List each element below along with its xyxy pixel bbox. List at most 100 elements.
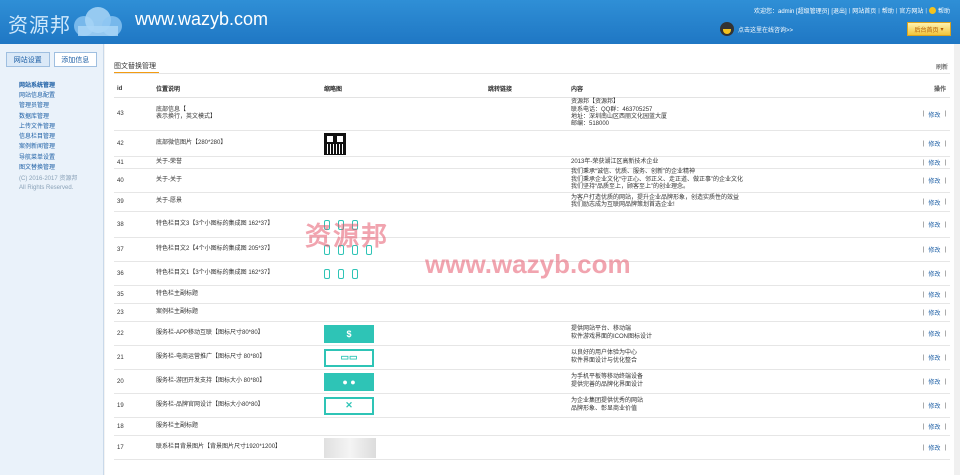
edit-link[interactable]: 修改 (928, 139, 940, 148)
col-content: 内容 (571, 87, 584, 93)
divider (114, 73, 950, 74)
help-icon[interactable] (928, 7, 936, 14)
sidebar-item-cases-news[interactable]: 案例新闻管理 (19, 142, 103, 152)
row-thumbnail (324, 157, 484, 168)
content-text: 软件游戏界面的ICON图标设计 (571, 333, 653, 340)
row-actions: | 修改 | (923, 286, 946, 303)
row-actions: | 修改 | (923, 418, 946, 435)
row-id: 39 (117, 199, 124, 205)
edit-link[interactable]: 修改 (928, 269, 940, 278)
row-actions: | 修改 | (923, 370, 946, 393)
separator: | (944, 159, 946, 166)
separator: | (922, 270, 925, 277)
row-content (571, 304, 901, 321)
site-home-link[interactable]: 网站首页 (852, 6, 876, 15)
edit-link[interactable]: 修改 (928, 290, 940, 299)
separator: | (922, 309, 925, 316)
sidebar-item-uploads[interactable]: 上传文件管理 (19, 122, 103, 132)
logout-link[interactable]: [退出] (831, 6, 846, 15)
page-title: 图文替换管理 (114, 63, 156, 70)
separator: | (922, 402, 925, 409)
content-text: 提供网站平台、移动端 (571, 326, 632, 333)
edit-link[interactable]: 修改 (928, 329, 940, 338)
row-actions: | 修改 | (923, 98, 946, 130)
table-row: 18 服务栏主副标题 | 修改 | (114, 418, 950, 436)
table-row: 38 特色栏目文3【3个小图标的集成图 162*37】 | 修改 | (114, 212, 950, 238)
help-link[interactable]: 帮助 (882, 6, 894, 15)
tab-site-settings[interactable]: 网站设置 (6, 52, 50, 67)
table-header: id 位置说明 缩略图 跳转链接 内容 操作 (114, 80, 950, 98)
edit-link[interactable]: 修改 (928, 377, 940, 386)
admin-home-button[interactable]: 后台首页 ▾ (907, 22, 951, 36)
content-text: 为手机平板等移动终端设备 (571, 374, 644, 381)
icon-outline (324, 268, 330, 279)
tab-add-info[interactable]: 添加信息 (53, 52, 97, 67)
content-text: 软件界面设计与优化整合 (571, 357, 638, 364)
help-link-2[interactable]: 帮助 (938, 6, 950, 15)
edit-link[interactable]: 修改 (928, 443, 940, 452)
edit-link[interactable]: 修改 (928, 401, 940, 410)
row-content (571, 418, 901, 435)
edit-link[interactable]: 修改 (928, 158, 940, 167)
edit-link[interactable]: 修改 (928, 220, 940, 229)
position-text: 特色栏目文2【4个小图标的集成图 205*37】 (156, 245, 274, 252)
edit-link[interactable]: 修改 (928, 245, 940, 254)
edit-link[interactable]: 修改 (928, 308, 940, 317)
sidebar-item-image-text[interactable]: 图文替换管理 (19, 163, 103, 173)
content-text: 为客户打造优质的网站，提升企业品牌形象，创造实质性的效益 (571, 194, 740, 201)
edit-link[interactable]: 修改 (928, 198, 940, 207)
chevron-down-icon: ▾ (940, 26, 944, 33)
row-actions: | 修改 | (923, 157, 946, 168)
main-panel: 图文替换管理 刷新 id 位置说明 缩略图 跳转链接 内容 操作 43 底部信息【… (105, 44, 960, 475)
table-row: 39 关于-愿景 为客户打造优质的网站，提升企业品牌形象，创造实质性的效益 我们励志成… (114, 193, 950, 212)
refresh-link[interactable]: 刷新 (936, 62, 948, 71)
content-text: 品牌形象、彰显商业价值 (571, 405, 638, 412)
row-actions: | 修改 | (923, 169, 946, 192)
row-actions: | 修改 | (923, 212, 946, 237)
row-id: 36 (117, 270, 124, 277)
edit-link[interactable]: 修改 (928, 176, 940, 185)
position-text: 关于-关于 (156, 176, 182, 183)
qq-consult[interactable]: 点击这里在线咨询>> (720, 22, 793, 36)
content-text: 联系电话：QQ群：463705257 (571, 106, 653, 113)
chat-icon-thumbnail: ● ● (324, 372, 374, 391)
separator: | (944, 309, 946, 316)
sidebar-item-admins[interactable]: 管理员管理 (19, 101, 103, 111)
sidebar-item-database[interactable]: 数据库管理 (19, 112, 103, 122)
top-header: 资源邦 www.wazyb.com 欢迎您：admin [超级管理员] [退出]… (0, 0, 960, 44)
edit-link[interactable]: 修改 (928, 353, 940, 362)
row-id: 20 (117, 378, 124, 385)
separator: | (944, 330, 946, 337)
copyright-line: All Rights Reserved. (19, 185, 74, 192)
row-id: 38 (117, 221, 124, 228)
row-content (571, 212, 901, 237)
row-content: 我们秉承“诚信、优质、服务、创新”的企业精神 我们秉承企业文化“守正心、邻正义、走… (571, 169, 901, 192)
row-id: 18 (117, 423, 124, 430)
row-thumbnail (324, 418, 484, 435)
sidebar-item-site-config[interactable]: 网站信息配置 (19, 91, 103, 101)
row-id: 23 (117, 309, 124, 316)
official-site-link[interactable]: 官方网站 (899, 6, 923, 15)
table-row: 21 服务栏-电商运营推广【图标尺寸 80*80】 ▭▭ 以良好的用户体验为中心 软件界… (114, 346, 950, 370)
sidebar-item-columns[interactable]: 信息栏目管理 (19, 132, 103, 142)
sidebar: 网站设置 添加信息 网站系统管理 网站信息配置 管理员管理 数据库管理 上传文件… (0, 44, 104, 475)
separator: | (944, 444, 946, 451)
position-text: 特色栏主副标题 (156, 290, 199, 297)
position-text: 服务栏-品牌官网设计【图标大小80*80】 (156, 401, 264, 408)
sidebar-item-nav-menu[interactable]: 导航菜单设置 (19, 153, 103, 163)
separator: | (944, 221, 946, 228)
edit-link[interactable]: 修改 (928, 110, 940, 119)
content-text: 提供完善的品牌化界面设计 (571, 381, 644, 388)
position-text: 特色栏目文1【3个小图标的集成图 162*37】 (156, 269, 274, 276)
scrollbar[interactable] (954, 44, 960, 475)
icon-outline (338, 268, 344, 279)
separator: | (922, 177, 925, 184)
row-thumbnail (324, 286, 484, 303)
separator: | (944, 140, 946, 147)
separator: | (944, 378, 946, 385)
edit-link[interactable]: 修改 (928, 422, 940, 431)
row-id: 35 (117, 291, 124, 298)
row-content: 为手机平板等移动终端设备 提供完善的品牌化界面设计 (571, 370, 901, 393)
sidebar-menu-head[interactable]: 网站系统管理 (19, 81, 103, 91)
qq-consult-text[interactable]: 点击这里在线咨询>> (738, 25, 793, 34)
